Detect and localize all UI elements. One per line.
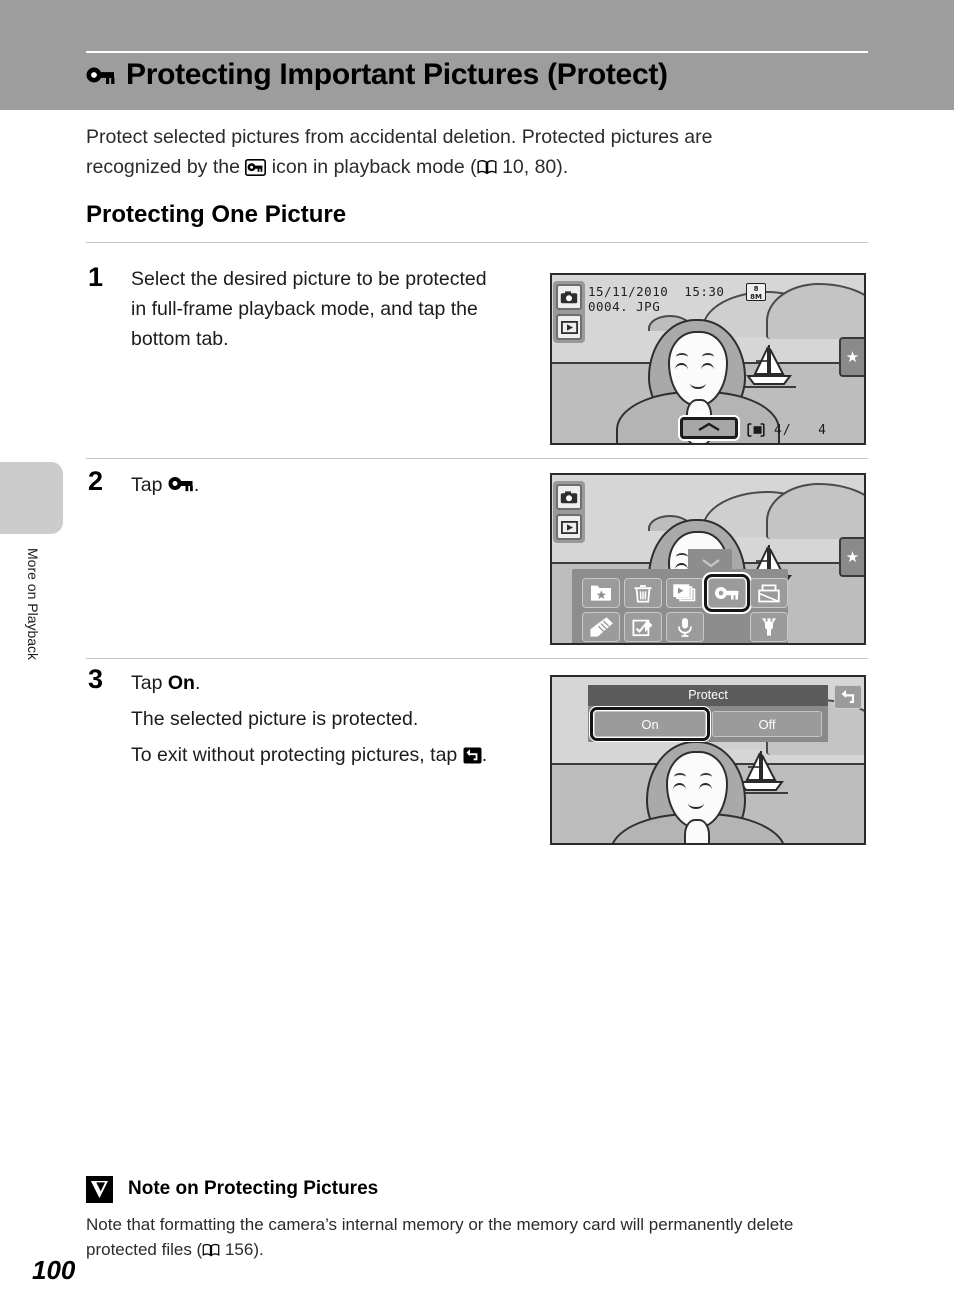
person-eye-left bbox=[675, 363, 688, 370]
step-3-text-pre: Tap bbox=[131, 672, 163, 694]
book-icon bbox=[202, 1239, 220, 1264]
star-icon[interactable]: ★ bbox=[839, 537, 864, 577]
voice-memo-icon[interactable] bbox=[666, 612, 704, 642]
sailboat-illustration bbox=[742, 343, 798, 398]
screen-1-full-frame-playback: 15/11/2010 15:30 0004. JPG 8 8M ★ 4/ 4 bbox=[550, 273, 866, 445]
step-3-text: Tap On. bbox=[131, 668, 200, 698]
playback-icon[interactable] bbox=[556, 314, 582, 340]
screen-1-datetime: 15/11/2010 15:30 bbox=[588, 284, 725, 299]
protect-off-button[interactable]: Off bbox=[712, 711, 822, 737]
note-line-2-ref: 156). bbox=[224, 1240, 264, 1259]
chevron-up-icon bbox=[697, 419, 721, 437]
frame-counter: 4/ 4 bbox=[774, 423, 827, 438]
print-order-icon[interactable] bbox=[750, 578, 788, 608]
chapter-label: More on Playback bbox=[25, 548, 41, 661]
step-3-sub-2: To exit without protecting pictures, tap… bbox=[131, 740, 487, 773]
back-arrow-icon[interactable] bbox=[834, 685, 862, 709]
step-2-text: Tap . bbox=[131, 470, 199, 502]
person-brow-right bbox=[702, 353, 714, 357]
screen-2-playback-menu: ★ bbox=[550, 473, 866, 645]
protect-key-icon[interactable] bbox=[704, 574, 750, 612]
person-eye-right bbox=[699, 783, 712, 790]
page-number: 100 bbox=[32, 1255, 76, 1285]
image-quality-badge: 8 8M bbox=[746, 283, 766, 301]
person-brow-left bbox=[676, 353, 688, 357]
paint-retouch-icon[interactable] bbox=[582, 612, 620, 642]
section-heading: Protecting One Picture bbox=[86, 201, 347, 228]
person-brow-left bbox=[674, 773, 686, 777]
manual-page: Protecting Important Pictures (Protect) … bbox=[0, 0, 954, 1314]
step-3-text-post: . bbox=[194, 672, 201, 694]
playback-icon[interactable] bbox=[556, 514, 582, 540]
person-eye-left bbox=[673, 783, 686, 790]
star-icon[interactable]: ★ bbox=[839, 337, 864, 377]
note-line-1: Note that formatting the camera’s intern… bbox=[86, 1215, 794, 1234]
person-eye-right bbox=[701, 363, 714, 370]
setup-wrench-icon[interactable] bbox=[750, 612, 788, 642]
step-3-sub-1: The selected picture is protected. bbox=[131, 708, 419, 730]
person-hand bbox=[684, 819, 710, 843]
book-icon bbox=[477, 154, 497, 184]
step-3-number: 3 bbox=[88, 664, 104, 694]
camera-icon[interactable] bbox=[556, 284, 582, 310]
step-1-text: Select the desired picture to be protect… bbox=[131, 268, 487, 350]
intro-paragraph: Protect selected pictures from accidenta… bbox=[86, 122, 846, 185]
intro-line-2-mid: icon in playback mode ( bbox=[271, 156, 477, 178]
person-brow-left bbox=[676, 553, 688, 557]
step-2-number: 2 bbox=[88, 466, 104, 496]
divider-step-2 bbox=[86, 458, 868, 459]
protect-circle-key-icon bbox=[245, 155, 267, 185]
internal-memory-icon bbox=[746, 423, 766, 442]
bottom-tab-button[interactable] bbox=[680, 417, 738, 439]
screen-1-filename: 0004. JPG bbox=[588, 299, 661, 314]
slide-show-icon[interactable] bbox=[666, 578, 704, 608]
note-title: Note on Protecting Pictures bbox=[128, 1178, 379, 1199]
header-rule bbox=[86, 51, 868, 53]
intro-line-2-pre: recognized by the bbox=[86, 156, 240, 178]
page-title: Protecting Important Pictures (Protect) bbox=[86, 58, 886, 94]
note-line-2: protected files ( bbox=[86, 1240, 203, 1259]
screen-3-protect-dialog: Protect On Off bbox=[550, 675, 866, 845]
favorite-pictures-icon[interactable] bbox=[582, 578, 620, 608]
person-brow-right bbox=[700, 773, 712, 777]
divider-step-3 bbox=[86, 658, 868, 659]
back-arrow-icon bbox=[463, 743, 482, 773]
caution-check-icon bbox=[86, 1176, 113, 1203]
quality-line-1: 8 bbox=[753, 285, 759, 293]
playback-menu-panel bbox=[572, 569, 788, 643]
protect-key-icon bbox=[168, 472, 194, 502]
page-title-text: Protecting Important Pictures (Protect) bbox=[126, 58, 668, 91]
protect-key-icon bbox=[86, 60, 116, 94]
quality-line-2: 8M bbox=[750, 293, 762, 301]
step-2-text-pre: Tap bbox=[131, 474, 163, 496]
intro-line-1: Protect selected pictures from accidenta… bbox=[86, 126, 713, 148]
step-3-sub-2-pre: To exit without protecting pictures, tap bbox=[131, 744, 458, 766]
step-3-text-bold: On bbox=[167, 672, 195, 694]
dialog-title-bar: Protect bbox=[588, 685, 828, 706]
step-3-sub-2-post: . bbox=[481, 744, 488, 766]
step-2-text-post: . bbox=[193, 474, 200, 496]
protect-on-button[interactable]: On bbox=[590, 707, 710, 741]
quick-retouch-icon[interactable] bbox=[624, 612, 662, 642]
camera-icon[interactable] bbox=[556, 484, 582, 510]
chapter-thumb-tab bbox=[0, 462, 63, 534]
intro-line-2-ref: 10, 80). bbox=[502, 156, 569, 178]
note-body: Note that formatting the camera’s intern… bbox=[86, 1212, 876, 1264]
divider-step-1 bbox=[86, 242, 868, 243]
step-1-number: 1 bbox=[88, 262, 104, 292]
delete-trash-icon[interactable] bbox=[624, 578, 662, 608]
